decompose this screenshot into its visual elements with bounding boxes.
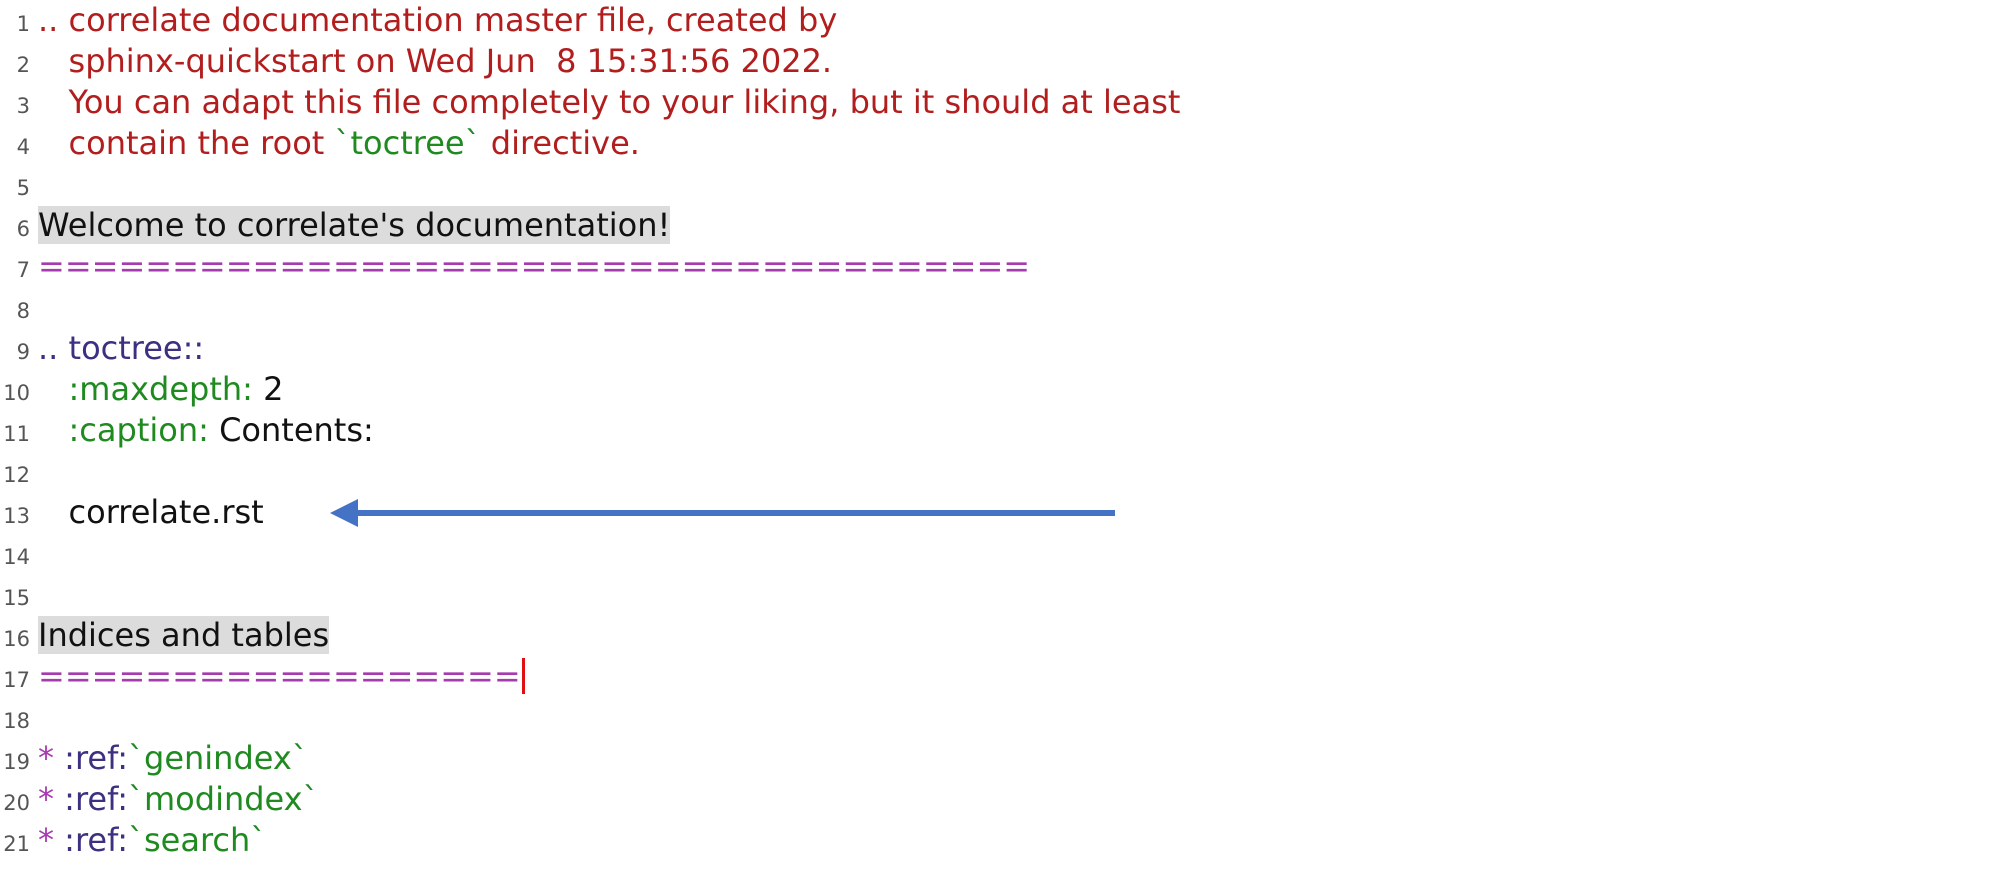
code-token: ..	[38, 329, 69, 367]
heading-text: Indices and tables	[38, 616, 330, 654]
line-number: 9	[16, 340, 30, 364]
line-text: Indices and tables	[38, 615, 330, 656]
code-token: =====================================	[38, 247, 1031, 285]
arrow-head	[330, 499, 358, 527]
code-token: `genindex`	[128, 739, 308, 777]
line-text: .. toctree::	[38, 328, 204, 369]
heading-text: Welcome to correlate's documentation!	[38, 206, 671, 244]
code-token: sphinx-quickstart on Wed Jun 8 15:31:56 …	[38, 42, 833, 80]
line-number: 2	[16, 53, 30, 77]
code-line[interactable]: 19 * :ref:`genindex`	[0, 738, 1999, 779]
code-line[interactable]: 1 .. correlate documentation master file,…	[0, 0, 1999, 41]
code-editor[interactable]: 1 .. correlate documentation master file,…	[0, 0, 1999, 889]
line-text: You can adapt this file completely to yo…	[38, 82, 1181, 123]
code-token: Contents:	[208, 411, 374, 449]
code-line[interactable]: 4 contain the root `toctree` directive.	[0, 123, 1999, 164]
line-number: 3	[16, 94, 30, 118]
line-number: 8	[16, 299, 30, 323]
line-text: correlate.rst	[38, 492, 264, 533]
line-text: contain the root `toctree` directive.	[38, 123, 640, 164]
code-line[interactable]: 9.. toctree::	[0, 328, 1999, 369]
code-line[interactable]: 12	[0, 451, 1999, 492]
code-line[interactable]: 16 Indices and tables	[0, 615, 1999, 656]
line-number: 11	[3, 422, 30, 446]
code-line[interactable]: 5	[0, 164, 1999, 205]
code-line[interactable]: 8	[0, 287, 1999, 328]
line-text: * :ref:`genindex`	[38, 738, 308, 779]
code-token: :ref:	[64, 739, 128, 777]
code-token: ==================	[38, 657, 521, 695]
text-caret	[521, 658, 525, 694]
code-line[interactable]: 18	[0, 697, 1999, 738]
line-text: .. correlate documentation master file, …	[38, 0, 837, 41]
line-number: 16	[3, 627, 30, 651]
code-line[interactable]: 11 :caption: Contents:	[0, 410, 1999, 451]
code-line[interactable]: 10 :maxdepth: 2	[0, 369, 1999, 410]
code-token: toctree::	[68, 329, 205, 367]
line-number: 6	[16, 217, 30, 241]
annotation-arrow	[330, 499, 1115, 527]
line-number: 19	[3, 750, 30, 774]
code-token: :ref:	[64, 780, 128, 818]
line-number: 20	[3, 791, 30, 815]
code-token: `toctree`	[334, 124, 481, 162]
code-token: :maxdepth:	[68, 370, 253, 408]
code-line[interactable]: 6 Welcome to correlate's documentation!	[0, 205, 1999, 246]
code-token: contain the root	[38, 124, 335, 162]
code-token: `modindex`	[128, 780, 319, 818]
code-token: correlate.rst	[38, 493, 264, 531]
code-token: `search`	[128, 821, 267, 859]
line-text: * :ref:`search`	[38, 820, 266, 861]
code-line[interactable]: 21 * :ref:`search`	[0, 820, 1999, 861]
line-text: Welcome to correlate's documentation!	[38, 205, 671, 246]
code-token: directive.	[480, 124, 640, 162]
line-number: 13	[3, 504, 30, 528]
code-token: *	[38, 821, 65, 859]
line-number: 21	[3, 832, 30, 856]
line-number: 10	[3, 381, 30, 405]
line-number: 5	[16, 176, 30, 200]
line-number: 12	[3, 463, 30, 487]
line-number: 1	[16, 12, 30, 36]
code-token: :caption:	[68, 411, 209, 449]
line-number: 17	[3, 668, 30, 692]
code-line[interactable]: 14	[0, 533, 1999, 574]
code-line[interactable]: 7 =====================================	[0, 246, 1999, 287]
line-text: ==================	[38, 656, 525, 697]
line-number: 18	[3, 709, 30, 733]
line-text: sphinx-quickstart on Wed Jun 8 15:31:56 …	[38, 41, 833, 82]
code-line[interactable]: 20 * :ref:`modindex`	[0, 779, 1999, 820]
code-token: :ref:	[64, 821, 128, 859]
line-text: :caption: Contents:	[38, 410, 374, 451]
line-number: 14	[3, 545, 30, 569]
line-text: =====================================	[38, 246, 1030, 287]
line-text: :maxdepth: 2	[38, 369, 284, 410]
line-number: 7	[16, 258, 30, 282]
line-number: 15	[3, 586, 30, 610]
code-token: .. correlate documentation master file, …	[38, 1, 838, 39]
code-token: 2	[252, 370, 284, 408]
code-line[interactable]: 17 ==================	[0, 656, 1999, 697]
code-line[interactable]: 2 sphinx-quickstart on Wed Jun 8 15:31:5…	[0, 41, 1999, 82]
code-line[interactable]: 15	[0, 574, 1999, 615]
code-token: You can adapt this file completely to yo…	[38, 83, 1181, 121]
code-token: *	[38, 739, 65, 777]
code-token: *	[38, 780, 65, 818]
line-number: 4	[16, 135, 30, 159]
code-line[interactable]: 3 You can adapt this file completely to …	[0, 82, 1999, 123]
line-text: * :ref:`modindex`	[38, 779, 319, 820]
